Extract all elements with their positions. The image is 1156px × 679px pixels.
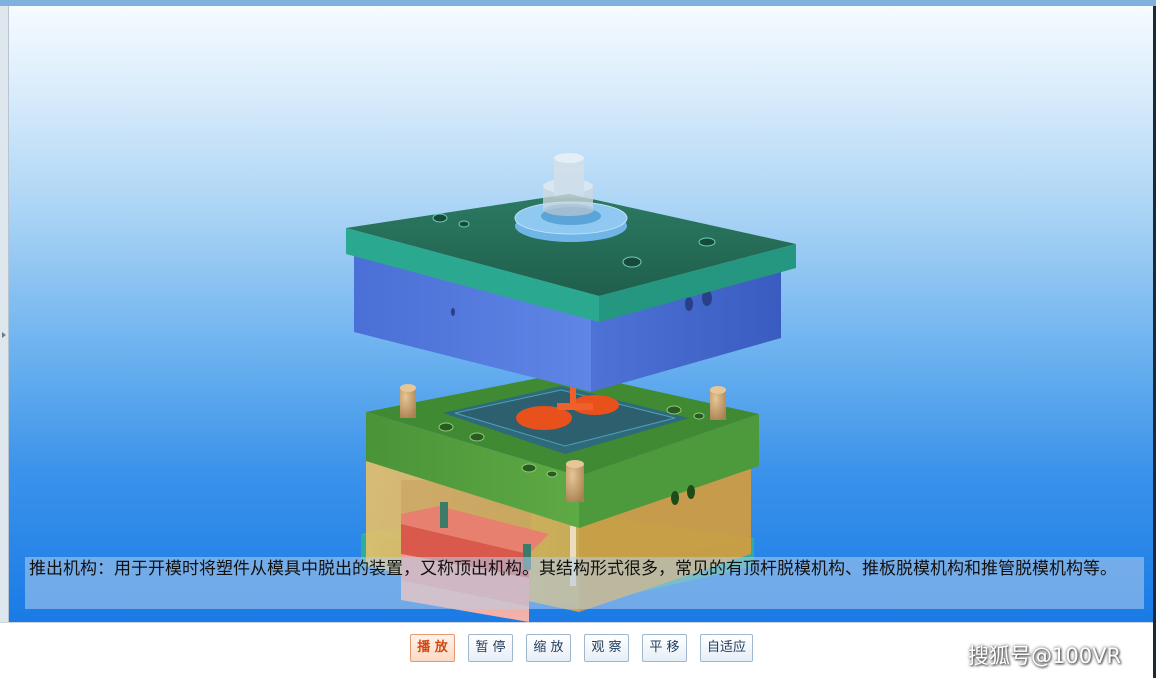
core-plate-hole-2 bbox=[469, 432, 485, 442]
guide-pin-right bbox=[710, 386, 726, 420]
guide-pin-front bbox=[566, 460, 584, 502]
fit-view-button[interactable]: 自适应 bbox=[700, 634, 753, 662]
pause-button[interactable]: 暂 停 bbox=[468, 634, 513, 662]
expand-arrow-icon[interactable] bbox=[2, 332, 6, 338]
core-plate-hole-1 bbox=[438, 422, 454, 432]
core-side-hole-1 bbox=[671, 491, 679, 505]
core-plate-hole-4 bbox=[693, 412, 705, 420]
3d-viewport[interactable] bbox=[9, 6, 1153, 622]
core-side-hole-2 bbox=[687, 485, 695, 499]
guide-pin-left bbox=[400, 384, 416, 418]
top-plate-hole-1 bbox=[432, 213, 448, 223]
cavity-front-hole bbox=[451, 308, 455, 316]
top-plate-hole-2 bbox=[458, 220, 470, 228]
pan-button[interactable]: 平 移 bbox=[642, 634, 687, 662]
cavity-side-hole-1 bbox=[685, 297, 693, 311]
sohu-watermark: 搜狐号@100VR bbox=[968, 644, 1122, 668]
core-plate-hole-5 bbox=[521, 463, 537, 473]
description-caption: 推出机构：用于开模时将塑件从模具中脱出的装置，又称顶出机构。其结构形式很多，常见… bbox=[29, 559, 1117, 579]
play-button[interactable]: 播 放 bbox=[410, 634, 455, 662]
mold-assembly-model[interactable] bbox=[9, 6, 1153, 622]
side-panel-collapse-bar[interactable] bbox=[0, 6, 9, 622]
top-plate-hole-3 bbox=[698, 237, 716, 247]
core-plate-hole-6 bbox=[546, 470, 558, 478]
observe-button[interactable]: 观 察 bbox=[584, 634, 629, 662]
core-plate-hole-3 bbox=[666, 405, 682, 415]
top-plate-hole-4 bbox=[622, 256, 642, 268]
zoom-button[interactable]: 缩 放 bbox=[526, 634, 571, 662]
sprue-bushing bbox=[543, 153, 594, 216]
ejector-pin-1 bbox=[440, 502, 448, 528]
